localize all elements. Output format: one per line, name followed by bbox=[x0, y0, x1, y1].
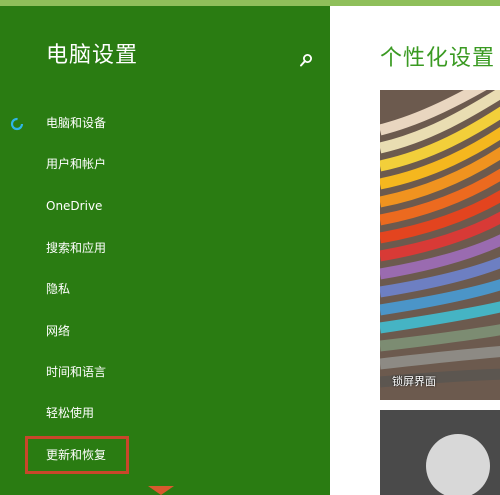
highlight-annotation-box bbox=[25, 436, 129, 474]
sidebar-item-ease-of-access[interactable]: 轻松使用 bbox=[46, 400, 286, 426]
account-picture-tile[interactable] bbox=[380, 410, 500, 495]
loading-spinner-icon bbox=[10, 117, 24, 131]
sidebar-item-privacy[interactable]: 隐私 bbox=[46, 276, 286, 302]
sidebar-item-onedrive[interactable]: OneDrive bbox=[46, 193, 286, 219]
sidebar-item-search-and-apps[interactable]: 搜索和应用 bbox=[46, 235, 286, 261]
lock-screen-image bbox=[380, 90, 500, 400]
sidebar-item-pc-and-devices[interactable]: 电脑和设备 bbox=[46, 110, 286, 136]
arrow-down-annotation-icon bbox=[148, 486, 174, 495]
lock-screen-label: 锁屏界面 bbox=[392, 375, 436, 388]
lock-screen-tile[interactable] bbox=[380, 90, 500, 400]
sidebar-item-network[interactable]: 网络 bbox=[46, 318, 286, 344]
sidebar-title: 电脑设置 bbox=[46, 43, 139, 68]
page-title: 个性化设置 bbox=[380, 46, 496, 71]
avatar bbox=[426, 434, 490, 495]
sidebar-item-time-and-language[interactable]: 时间和语言 bbox=[46, 359, 286, 385]
search-icon[interactable] bbox=[298, 52, 314, 68]
sidebar-item-users-and-accounts[interactable]: 用户和帐户 bbox=[46, 151, 286, 177]
